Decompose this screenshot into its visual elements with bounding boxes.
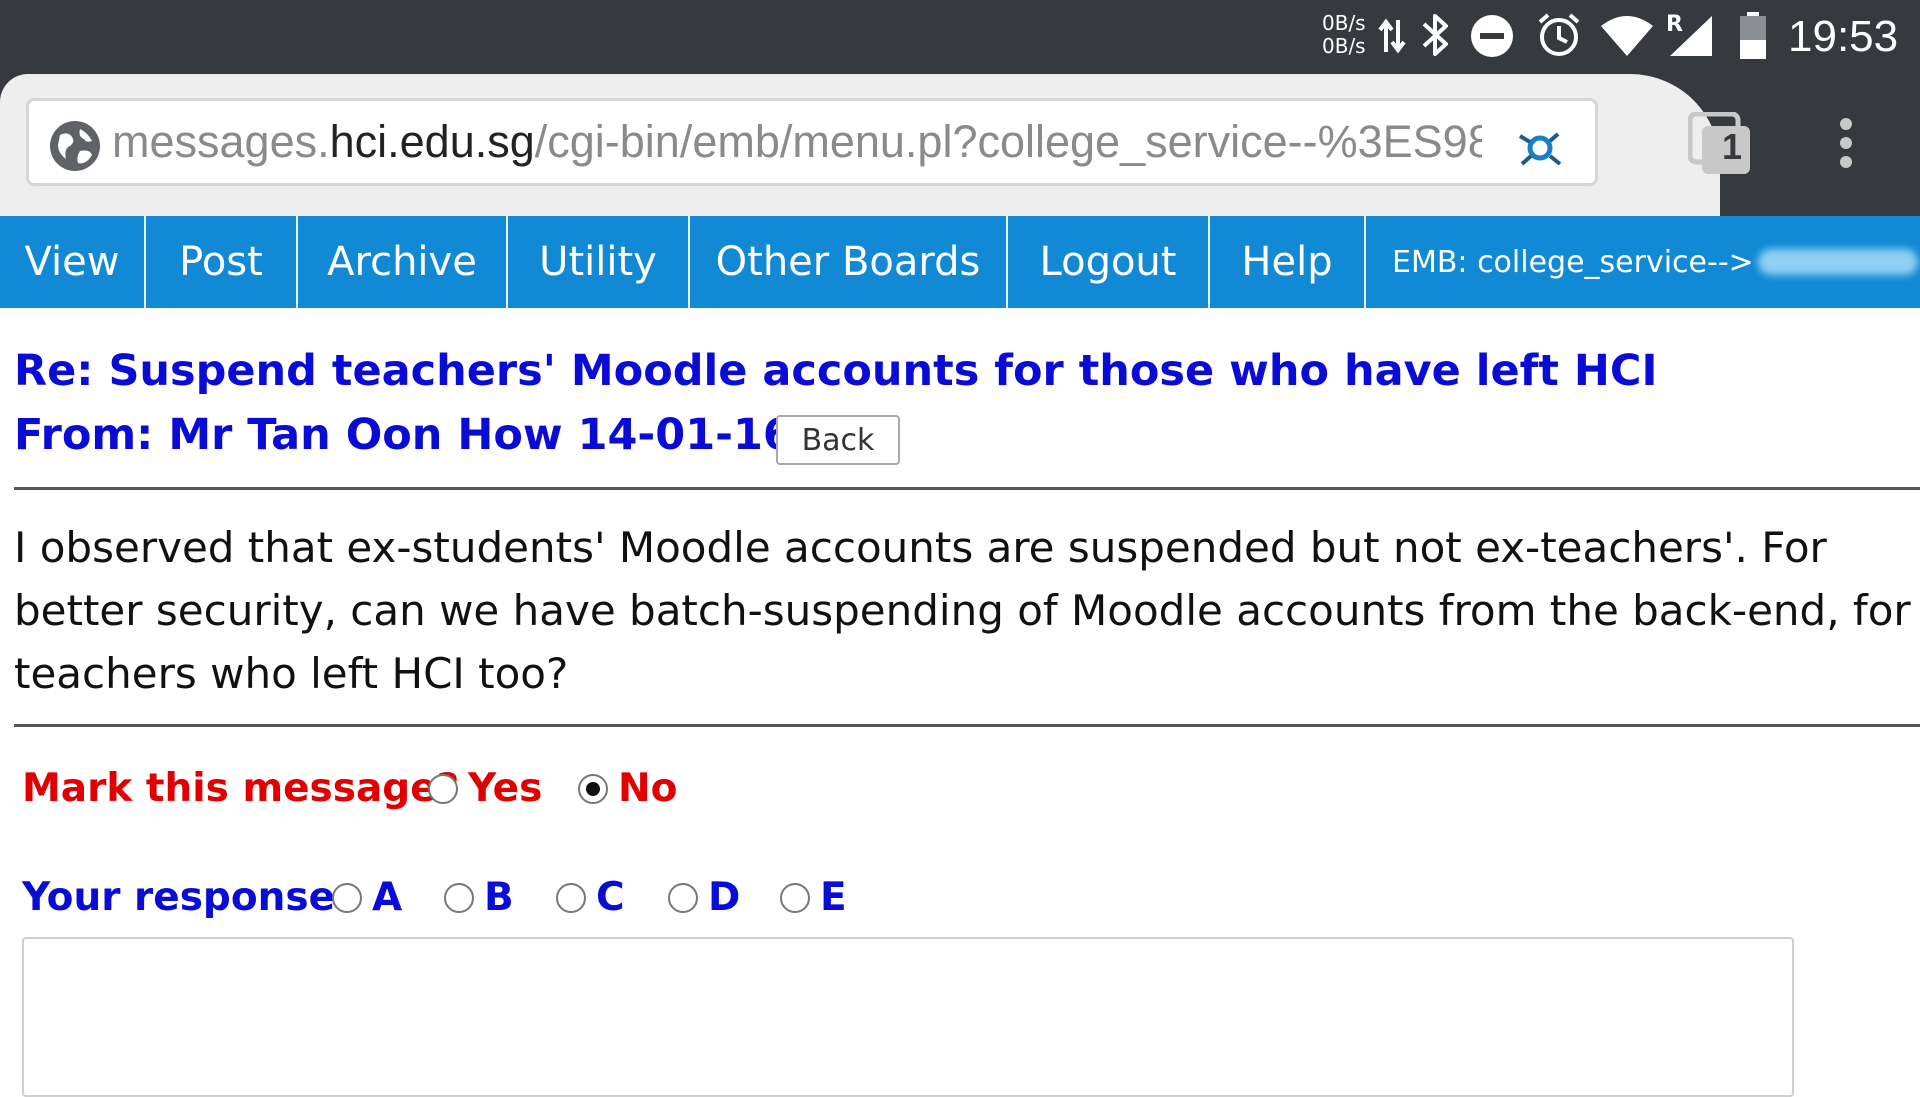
divider-bottom xyxy=(14,724,1920,727)
response-label: Your response: xyxy=(22,875,351,920)
do-not-disturb-icon xyxy=(1470,14,1514,62)
nav-help[interactable]: Help xyxy=(1210,216,1366,308)
redacted-board-name xyxy=(1757,249,1918,275)
response-d-label[interactable]: D xyxy=(708,875,740,920)
alarm-icon xyxy=(1536,12,1582,62)
url-path: /cgi-bin/emb/menu.pl?college_service--%3… xyxy=(534,116,1482,167)
status-bar: 0B/s 0B/s R 19:53 xyxy=(0,0,1920,72)
response-d-radio[interactable] xyxy=(668,883,698,913)
response-c-radio[interactable] xyxy=(556,883,586,913)
bluetooth-icon xyxy=(1420,12,1450,62)
signal-icon xyxy=(1668,14,1714,62)
url-text[interactable]: messages.hci.edu.sg/cgi-bin/emb/menu.pl?… xyxy=(112,116,1482,168)
battery-icon xyxy=(1738,12,1768,64)
nav-archive[interactable]: Archive xyxy=(298,216,508,308)
mark-no-label[interactable]: No xyxy=(618,766,677,811)
response-e-radio[interactable] xyxy=(780,883,810,913)
response-a-label[interactable]: A xyxy=(372,875,402,920)
data-saver-icon[interactable] xyxy=(1516,128,1562,172)
tab-count: 1 xyxy=(1722,126,1743,167)
network-speed: 0B/s 0B/s xyxy=(1322,12,1366,58)
wifi-icon xyxy=(1600,14,1654,62)
mark-no-radio[interactable] xyxy=(578,774,608,804)
net-down-speed: 0B/s xyxy=(1322,34,1366,58)
nav-view[interactable]: View xyxy=(0,216,146,308)
globe-icon xyxy=(50,121,100,171)
nav-utility[interactable]: Utility xyxy=(508,216,690,308)
response-c-label[interactable]: C xyxy=(596,875,625,920)
board-nav: View Post Archive Utility Other Boards L… xyxy=(0,216,1920,308)
board-label-text: EMB: college_service--> xyxy=(1392,244,1754,280)
response-b-label[interactable]: B xyxy=(484,875,514,920)
message-from: From: Mr Tan Oon How 14-01-16 xyxy=(14,410,793,460)
response-textarea[interactable] xyxy=(22,937,1794,1097)
more-menu-icon[interactable] xyxy=(1838,118,1854,172)
net-up-speed: 0B/s xyxy=(1322,11,1366,35)
url-host: hci.edu.sg xyxy=(329,116,535,167)
response-b-radio[interactable] xyxy=(444,883,474,913)
message-body: I observed that ex-students' Moodle acco… xyxy=(14,523,1911,698)
divider-top xyxy=(14,487,1920,490)
nav-post[interactable]: Post xyxy=(146,216,298,308)
board-label: EMB: college_service--> xyxy=(1366,216,1918,308)
nav-logout[interactable]: Logout xyxy=(1008,216,1210,308)
mark-label: Mark this message? xyxy=(22,766,460,811)
message-title: Re: Suspend teachers' Moodle accounts fo… xyxy=(14,346,1658,396)
data-arrows-icon xyxy=(1378,16,1406,60)
nav-other-boards[interactable]: Other Boards xyxy=(690,216,1008,308)
clock: 19:53 xyxy=(1788,12,1899,61)
back-button[interactable]: Back xyxy=(776,415,900,465)
url-prefix: messages. xyxy=(112,116,330,167)
response-e-label[interactable]: E xyxy=(820,875,847,920)
mark-yes-label[interactable]: Yes xyxy=(468,766,542,811)
tab-switcher-button[interactable]: 1 xyxy=(1687,111,1752,180)
response-a-radio[interactable] xyxy=(332,883,362,913)
mark-yes-radio[interactable] xyxy=(428,774,458,804)
